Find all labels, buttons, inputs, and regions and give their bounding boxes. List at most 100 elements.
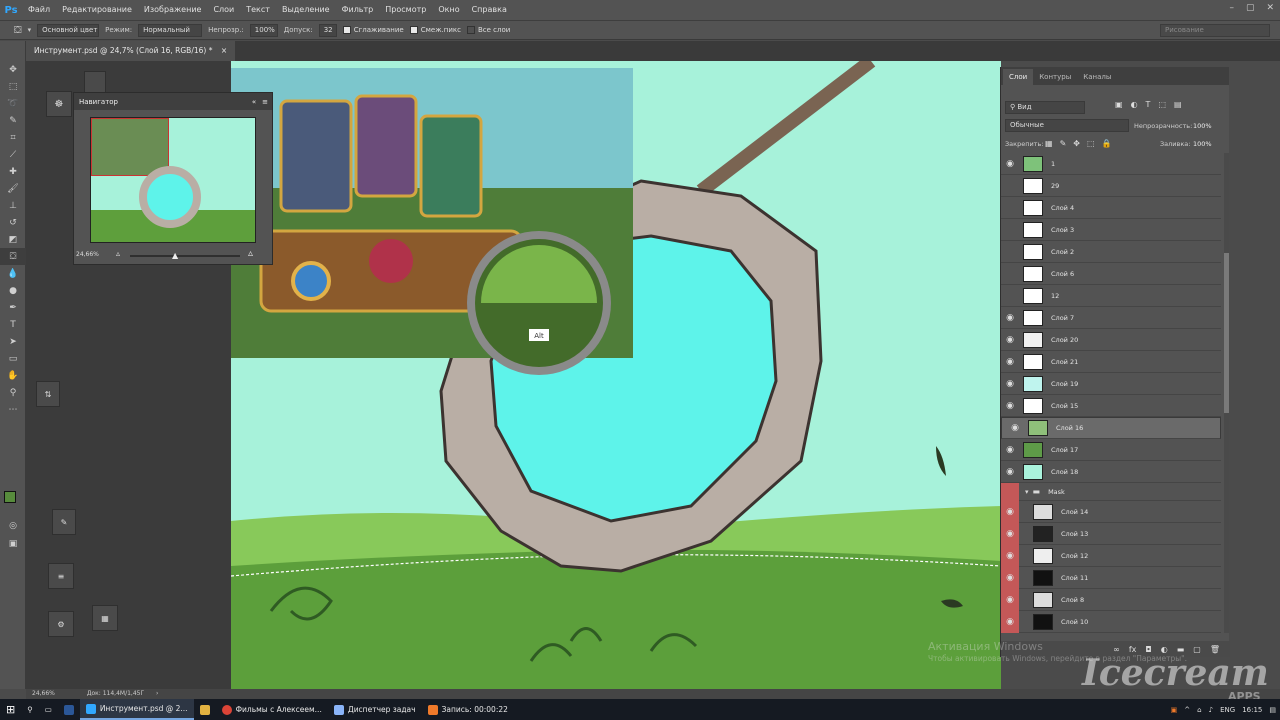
layer-row[interactable]: ◉ Слой 10 — [1001, 610, 1221, 633]
blur-tool-icon[interactable]: 💧 — [0, 265, 26, 282]
zoom-out-icon[interactable]: ▵ — [116, 249, 120, 258]
collapsed-panel[interactable]: ✎ — [52, 509, 76, 535]
eye-icon[interactable]: ◉ — [1006, 423, 1024, 434]
layer-row[interactable]: ◉ Слой 16 — [1001, 417, 1221, 439]
hand-tool-icon[interactable]: ✋ — [0, 367, 26, 384]
task-view-icon[interactable]: ▭ — [39, 699, 58, 720]
collapsed-panel[interactable] — [84, 71, 106, 93]
mode-select[interactable]: Нормальный — [138, 23, 203, 37]
collapsed-panel[interactable]: ▦ — [92, 605, 118, 631]
contiguous-checkbox[interactable]: Смеж.пикс — [409, 26, 461, 34]
quick-select-tool-icon[interactable]: ✎ — [0, 112, 26, 129]
menu-layers[interactable]: Слои — [207, 0, 240, 20]
quick-mask-icon[interactable]: ◎ — [0, 517, 26, 534]
layers-scrollbar[interactable] — [1224, 153, 1229, 633]
taskbar-recorder[interactable]: Запись: 00:00:22 — [422, 699, 514, 720]
start-button[interactable]: ⊞ — [0, 699, 21, 720]
tab-channels[interactable]: Каналы — [1077, 69, 1117, 85]
shape-tool-icon[interactable]: ▭ — [0, 350, 26, 367]
eye-icon[interactable]: ◉ — [1001, 522, 1019, 545]
eye-icon[interactable]: ◉ — [1001, 335, 1019, 345]
filter-adjustment-icon[interactable]: ◐ — [1131, 100, 1138, 109]
network-icon[interactable]: ⌂ — [1197, 706, 1201, 714]
collapsed-panel[interactable]: ⚙ — [48, 611, 74, 637]
layer-row[interactable]: ◉ Слой 13 — [1001, 522, 1221, 545]
brush-tool-icon[interactable]: 🖌 — [0, 180, 26, 197]
dodge-tool-icon[interactable]: ● — [0, 282, 26, 299]
layer-row[interactable]: ◉ Слой 15 — [1001, 395, 1221, 417]
volume-icon[interactable]: ♪ — [1209, 706, 1213, 714]
healing-brush-tool-icon[interactable]: ✚ — [0, 163, 26, 180]
path-select-tool-icon[interactable]: ➤ — [0, 333, 26, 350]
eye-icon[interactable]: ◉ — [1001, 313, 1019, 323]
navigator-preview[interactable] — [90, 117, 256, 243]
layer-group-row[interactable]: ▾ ▬ Mask — [1001, 482, 1221, 501]
eraser-tool-icon[interactable]: ◩ — [0, 231, 26, 248]
lock-pixels-icon[interactable]: ✎ — [1060, 139, 1067, 148]
zoom-slider[interactable] — [130, 255, 240, 257]
menu-window[interactable]: Окно — [432, 0, 465, 20]
layer-row[interactable]: ◉ Слой 8 — [1001, 588, 1221, 611]
fill-source-select[interactable]: Основной цвет — [37, 23, 100, 37]
clone-stamp-tool-icon[interactable]: ⊥ — [0, 197, 26, 214]
eyedropper-tool-icon[interactable]: ⟋ — [0, 146, 26, 163]
taskbar-task-manager[interactable]: Диспетчер задач — [328, 699, 422, 720]
lock-artboard-icon[interactable]: ⬚ — [1087, 139, 1095, 148]
layer-row[interactable]: Слой 2 — [1001, 241, 1221, 263]
paint-bucket-tool-icon[interactable]: ⛋ — [14, 25, 22, 36]
antialias-checkbox[interactable]: Сглаживание — [342, 26, 404, 34]
notifications-icon[interactable]: ▤ — [1269, 706, 1276, 714]
word-icon[interactable] — [58, 699, 80, 720]
eye-icon[interactable]: ◉ — [1001, 588, 1019, 611]
document-canvas[interactable]: Alt — [231, 61, 1001, 689]
taskbar-chrome[interactable]: Фильмы с Алексеем... — [216, 699, 328, 720]
blend-mode-select[interactable]: Обычные — [1005, 119, 1129, 132]
menu-image[interactable]: Изображение — [138, 0, 208, 20]
menu-filter[interactable]: Фильтр — [336, 0, 380, 20]
status-arrow-icon[interactable]: › — [156, 690, 158, 697]
menu-edit[interactable]: Редактирование — [56, 0, 138, 20]
tray-up-icon[interactable]: ^ — [1184, 706, 1190, 714]
tool-preset-dropdown[interactable]: ▾ — [28, 26, 32, 34]
menu-text[interactable]: Текст — [240, 0, 276, 20]
layer-row[interactable]: Слой 3 — [1001, 219, 1221, 241]
eye-icon[interactable]: ◉ — [1001, 159, 1019, 169]
collapsed-panel[interactable]: ⇅ — [36, 381, 60, 407]
tolerance-input[interactable]: 32 — [318, 23, 337, 37]
taskbar-photoshop[interactable]: Инструмент.psd @ 2... — [79, 699, 194, 720]
language-indicator[interactable]: ENG — [1220, 706, 1235, 714]
eye-icon[interactable]: ◉ — [1001, 566, 1019, 589]
layer-row[interactable]: ◉ Слой 12 — [1001, 544, 1221, 567]
eye-icon[interactable]: ◉ — [1001, 610, 1019, 633]
collapsed-panel[interactable]: ☸ — [46, 91, 72, 117]
eye-icon[interactable]: ◉ — [1001, 379, 1019, 389]
status-zoom[interactable]: 24,66% — [32, 690, 55, 697]
layer-row[interactable]: ◉ 1 — [1001, 153, 1221, 175]
layer-row[interactable]: ◉ Слой 20 — [1001, 329, 1221, 351]
filter-type-icon[interactable]: T — [1146, 100, 1151, 109]
document-tab[interactable]: Инструмент.psd @ 24,7% (Слой 16, RGB/16)… — [26, 41, 236, 61]
collapsed-panel[interactable]: ≡ — [48, 563, 74, 589]
tray-app-icon[interactable]: ▣ — [1171, 706, 1178, 714]
zoom-slider-handle[interactable]: ▲ — [172, 251, 178, 260]
lock-all-icon[interactable]: 🔒 — [1102, 139, 1112, 148]
menu-help[interactable]: Справка — [466, 0, 513, 20]
menu-file[interactable]: Файл — [22, 0, 56, 20]
menu-view[interactable]: Просмотр — [379, 0, 432, 20]
collapse-panel-icon[interactable]: « — [252, 98, 256, 106]
layer-row[interactable]: 29 — [1001, 175, 1221, 197]
menu-select[interactable]: Выделение — [276, 0, 336, 20]
eye-hidden-icon[interactable] — [1001, 482, 1019, 501]
search-icon[interactable]: ⚲ — [21, 699, 39, 720]
eye-icon[interactable]: ◉ — [1001, 357, 1019, 367]
close-button[interactable]: ✕ — [1266, 3, 1274, 13]
type-tool-icon[interactable]: T — [0, 316, 26, 333]
filter-smart-icon[interactable]: ▤ — [1174, 100, 1182, 109]
layer-row[interactable]: ◉ Слой 21 — [1001, 351, 1221, 373]
status-doc-size[interactable]: Док: 114,4M/1,45Г — [87, 690, 144, 697]
layer-row[interactable]: ◉ Слой 11 — [1001, 566, 1221, 589]
layer-row[interactable]: Слой 4 — [1001, 197, 1221, 219]
fill-input[interactable]: 100% — [1193, 140, 1212, 148]
lock-position-icon[interactable]: ✥ — [1073, 139, 1080, 148]
navigator-header[interactable]: Навигатор « ≡ — [74, 93, 272, 110]
